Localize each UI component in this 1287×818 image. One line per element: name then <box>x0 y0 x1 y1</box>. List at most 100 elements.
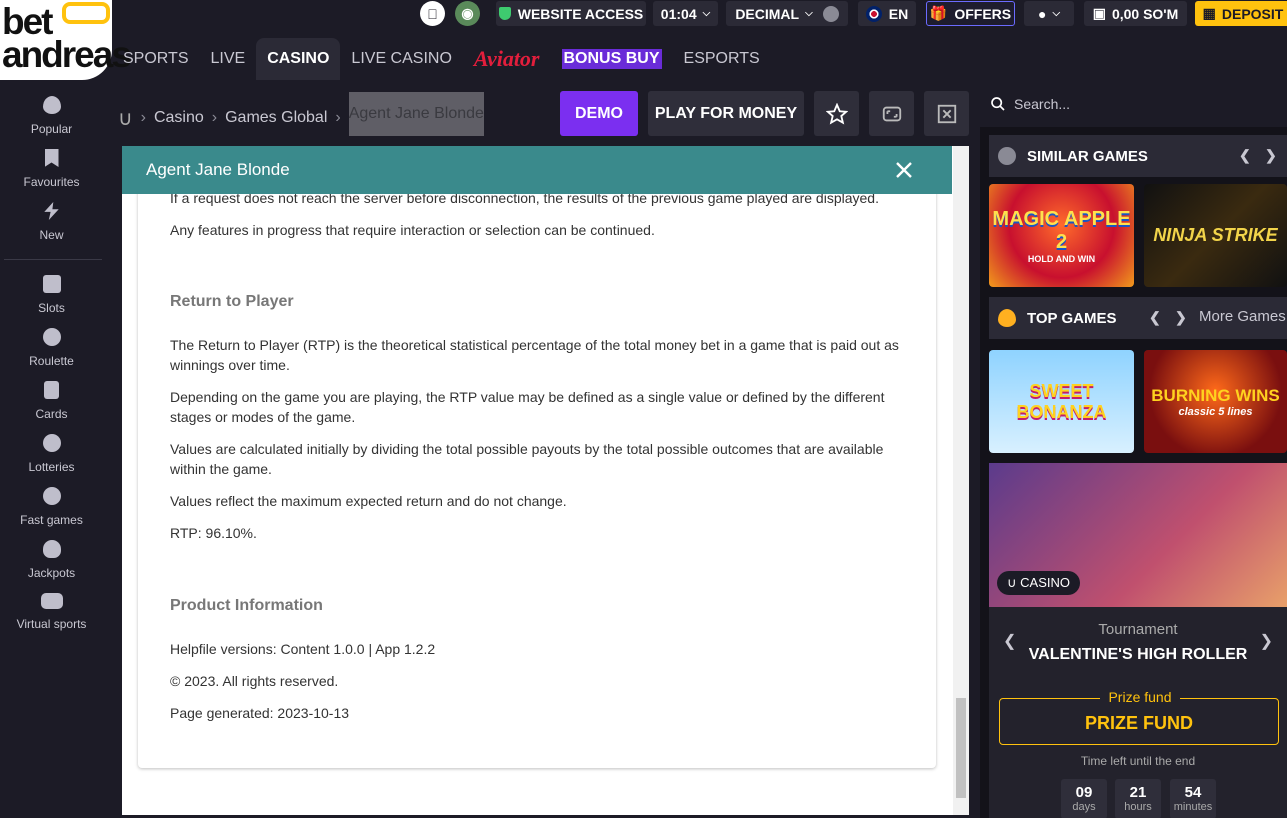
cherries-icon <box>42 540 61 558</box>
roulette-icon <box>998 147 1016 165</box>
horseshoe-icon[interactable]: ∪ <box>118 106 133 131</box>
game-tile[interactable]: BURNING WINS classic 5 lines <box>1144 350 1287 453</box>
sidebar-item-cards[interactable]: Cards <box>0 381 103 421</box>
chevron-left-icon[interactable]: ❮ <box>1149 309 1161 326</box>
sidebar-item-virtual-sports[interactable]: Virtual sports <box>0 593 103 631</box>
time-left-label: Time left until the end <box>1080 754 1196 768</box>
cards-icon <box>44 381 59 399</box>
sidebar-item-jackpots[interactable]: Jackpots <box>0 540 103 580</box>
tournament-card[interactable]: ∪ CASINO ❮ ❯ Tournament VALENTINE'S HIGH… <box>989 463 1287 818</box>
help-paragraph: Values are calculated initially by divid… <box>170 441 884 457</box>
fullscreen-button[interactable] <box>869 91 914 136</box>
roulette-icon <box>42 328 61 346</box>
sidebar-item-label: Virtual sports <box>16 617 87 631</box>
breadcrumb-casino[interactable]: Casino <box>154 109 204 127</box>
android-icon[interactable]: ◉ <box>455 1 480 26</box>
section-heading-rtp: Return to Player <box>170 293 294 310</box>
horseshoe-icon: ∪ <box>1007 575 1017 590</box>
demo-button[interactable]: DEMO <box>560 91 638 136</box>
sidebar: Popular Favourites New Slots Roulette Ca… <box>0 80 103 818</box>
nav-casino[interactable]: CASINO <box>256 38 341 80</box>
play-for-money-button[interactable]: PLAY FOR MONEY <box>648 91 804 136</box>
search-bar[interactable]: Search... <box>980 80 1287 127</box>
prize-fund-caption: Prize fund <box>1100 689 1180 705</box>
nav-sports[interactable]: SPORTS <box>112 38 200 80</box>
sidebar-item-slots[interactable]: Slots <box>0 275 103 315</box>
apple-icon[interactable]:  <box>420 1 445 26</box>
help-modal: If a request does not reach the server b… <box>122 146 969 815</box>
account-menu[interactable]: ● ⌵ <box>1024 1 1074 26</box>
fire-icon <box>42 96 61 114</box>
help-paragraph: Values reflect the maximum expected retu… <box>170 493 567 509</box>
breadcrumb-provider[interactable]: Games Global <box>225 109 327 127</box>
sidebar-item-new[interactable]: New <box>0 202 103 242</box>
website-access-button[interactable]: WEBSITE ACCESS <box>496 1 646 26</box>
game-tile[interactable]: SWEET BONANZA <box>989 350 1134 453</box>
deposit-label: DEPOSIT <box>1221 5 1284 22</box>
sidebar-item-favourites[interactable]: Favourites <box>0 149 103 189</box>
sidebar-item-label: Lotteries <box>28 460 75 474</box>
sidebar-item-lotteries[interactable]: Lotteries <box>0 434 103 474</box>
help-paragraph: Helpfile versions: Content 1.0.0 | App 1… <box>170 641 436 657</box>
scrollbar-thumb[interactable] <box>956 698 966 798</box>
balance-value: 0,00 SO'M <box>1111 5 1179 22</box>
nav-bonus-buy[interactable]: BONUS BUY <box>551 38 673 80</box>
close-icon[interactable] <box>892 158 916 182</box>
gear-icon[interactable] <box>822 5 839 22</box>
speedometer-icon <box>42 487 61 505</box>
logo-badge <box>62 2 110 24</box>
prize-fund-value: PRIZE FUND <box>1085 713 1193 733</box>
odds-format-label: DECIMAL <box>735 5 800 22</box>
fullscreen-icon <box>882 106 901 121</box>
close-game-button[interactable] <box>924 91 969 136</box>
wallet-icon: ▦ <box>1202 5 1216 21</box>
nav-aviator[interactable]: Aviator <box>463 38 551 80</box>
offers-button[interactable]: 🎁 OFFERS <box>926 1 1015 26</box>
star-icon <box>825 102 848 125</box>
logo-word-2: andreas <box>2 34 132 75</box>
rtp-value: RTP: 96.10%. <box>170 525 257 541</box>
shield-icon <box>498 7 511 20</box>
sidebar-item-roulette[interactable]: Roulette <box>0 328 103 368</box>
nav-live[interactable]: LIVE <box>200 38 257 80</box>
nav-esports[interactable]: ESPORTS <box>673 38 771 80</box>
time-selector[interactable]: 01:04 ⌵ <box>653 1 718 26</box>
game-tile-title: SWEET BONANZA <box>1016 380 1107 422</box>
game-tile[interactable]: MAGIC APPLE 2 HOLD AND WIN <box>989 184 1134 287</box>
gift-icon: 🎁 <box>929 5 948 21</box>
chevron-right-icon[interactable]: ❯ <box>1265 147 1277 164</box>
odds-format-selector[interactable]: DECIMAL ⌵ <box>726 1 848 26</box>
scrollbar[interactable] <box>953 146 969 815</box>
lottery-ball-icon <box>42 434 61 452</box>
chevron-down-icon: ⌵ <box>805 8 813 19</box>
right-panel: Search... SIMILAR GAMES ❮ ❯ MAGIC APPLE … <box>980 80 1287 818</box>
top-bar:  ◉ WEBSITE ACCESS 01:04 ⌵ DECIMAL ⌵ EN … <box>112 0 1287 28</box>
language-selector[interactable]: EN <box>858 1 916 26</box>
countdown-unit: days <box>1072 801 1096 813</box>
sidebar-item-label: Favourites <box>23 175 80 189</box>
similar-games-title: SIMILAR GAMES <box>1027 147 1148 165</box>
balance[interactable]: ▣ 0,00 SO'M <box>1084 1 1187 26</box>
sidebar-item-label: Slots <box>38 301 65 315</box>
deposit-button[interactable]: ▦ DEPOSIT <box>1195 1 1287 26</box>
more-games-link[interactable]: More Games <box>1199 308 1286 325</box>
brand-logo[interactable]: bet andreas <box>0 0 132 80</box>
sidebar-item-popular[interactable]: Popular <box>0 96 103 136</box>
language-label: EN <box>888 5 909 22</box>
website-access-label: WEBSITE ACCESS <box>517 5 644 22</box>
sidebar-item-fast-games[interactable]: Fast games <box>0 487 103 527</box>
tournament-label: Tournament <box>1098 621 1178 638</box>
game-tile[interactable]: NINJA STRIKE <box>1144 184 1287 287</box>
countdown-days: 09 days <box>1061 779 1107 818</box>
nav-live-casino[interactable]: LIVE CASINO <box>340 38 462 80</box>
help-paragraph: Depending on the game you are playing, t… <box>170 389 885 405</box>
game-tile-title: NINJA STRIKE <box>1153 225 1278 245</box>
game-tile-subtitle: classic 5 lines <box>1178 405 1253 418</box>
chevron-right-icon: › <box>335 109 341 126</box>
chevron-left-icon[interactable]: ❮ <box>1239 147 1251 164</box>
modal-title: Agent Jane Blonde <box>146 160 290 179</box>
search-input[interactable]: Search... <box>1014 96 1070 112</box>
favourite-button[interactable] <box>814 91 859 136</box>
main-nav: SPORTS LIVE CASINO LIVE CASINO Aviator B… <box>112 38 771 80</box>
chevron-right-icon[interactable]: ❯ <box>1175 309 1187 326</box>
